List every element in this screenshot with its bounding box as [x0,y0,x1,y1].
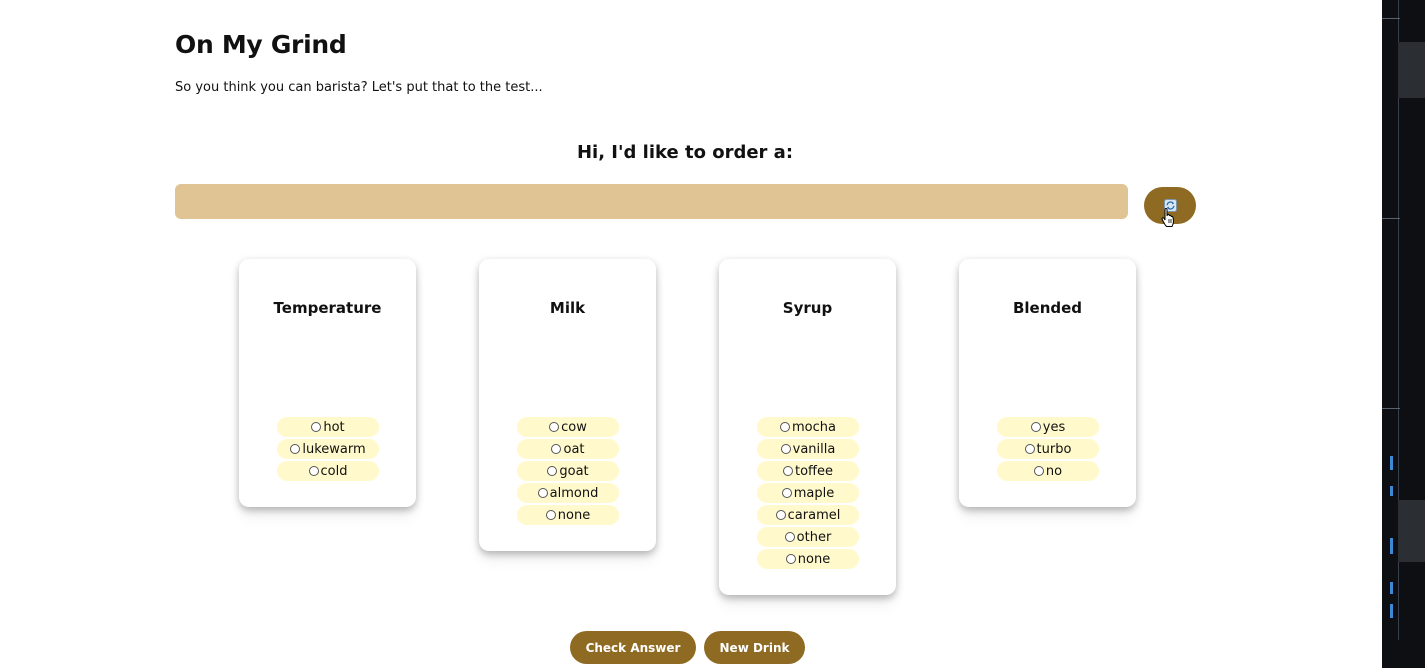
card-title: Temperature [273,299,382,317]
option-other[interactable]: other [757,527,859,547]
option-oat[interactable]: oat [517,439,619,459]
panel-marker [1390,538,1393,554]
radio-button[interactable] [551,444,562,454]
radio-button[interactable] [784,532,795,542]
card-title: Syrup [782,299,833,317]
order-heading: Hi, I'd like to order a: [576,142,794,163]
option-vanilla[interactable]: vanilla [757,439,859,459]
hand-cursor-icon [1161,208,1175,227]
card-title: Blended [1012,299,1083,317]
check-answer-button[interactable]: Check Answer [570,631,696,664]
option-cold[interactable]: cold [277,461,379,481]
option-toffee[interactable]: toffee [757,461,859,481]
radio-button[interactable] [547,466,558,476]
panel-divider [1382,408,1400,409]
radio-button[interactable] [545,510,556,520]
syrup-options: mocha vanilla toffee maple caramel other… [757,417,859,569]
option-goat[interactable]: goat [517,461,619,481]
panel-marker [1390,604,1393,618]
panel-marker [1390,486,1393,496]
new-drink-button[interactable]: New Drink [704,631,805,664]
panel-thumbnail [1398,500,1425,562]
option-none[interactable]: none [757,549,859,569]
radio-button[interactable] [290,444,301,454]
radio-button[interactable] [775,510,786,520]
radio-button[interactable] [1033,466,1044,476]
radio-button[interactable] [311,422,322,432]
option-mocha[interactable]: mocha [757,417,859,437]
radio-button[interactable] [1030,422,1041,432]
radio-button[interactable] [780,422,790,432]
panel-divider [1382,218,1400,219]
milk-card: Milk cow oat goat almond none [479,259,656,551]
radio-button[interactable] [308,466,319,476]
card-title: Milk [549,299,586,317]
syrup-card: Syrup mocha vanilla toffee maple caramel… [719,259,896,595]
option-none[interactable]: none [517,505,619,525]
page-title: On My Grind [175,30,347,59]
radio-button[interactable] [785,554,796,564]
radio-button[interactable] [782,466,793,476]
temperature-options: hot lukewarm cold [277,417,379,481]
option-maple[interactable]: maple [757,483,859,503]
milk-options: cow oat goat almond none [517,417,619,525]
temperature-card: Temperature hot lukewarm cold [239,259,416,507]
blended-options: yes turbo no [997,417,1099,481]
radio-button[interactable] [549,422,560,432]
tagline: So you think you can barista? Let's put … [175,80,543,95]
option-yes[interactable]: yes [997,417,1099,437]
panel-divider [1382,18,1400,19]
order-display [175,184,1128,219]
radio-button[interactable] [1024,444,1035,454]
radio-button[interactable] [781,488,792,498]
blended-card: Blended yes turbo no [959,259,1136,507]
radio-button[interactable] [537,488,548,498]
option-no[interactable]: no [997,461,1099,481]
panel-marker [1390,582,1393,594]
option-almond[interactable]: almond [517,483,619,503]
panel-marker [1390,456,1393,470]
option-lukewarm[interactable]: lukewarm [277,439,379,459]
radio-button[interactable] [780,444,791,454]
adjacent-window-strip [1382,0,1425,668]
panel-thumbnail [1398,42,1425,98]
option-turbo[interactable]: turbo [997,439,1099,459]
option-hot[interactable]: hot [277,417,379,437]
option-cow[interactable]: cow [517,417,619,437]
option-caramel[interactable]: caramel [757,505,859,525]
